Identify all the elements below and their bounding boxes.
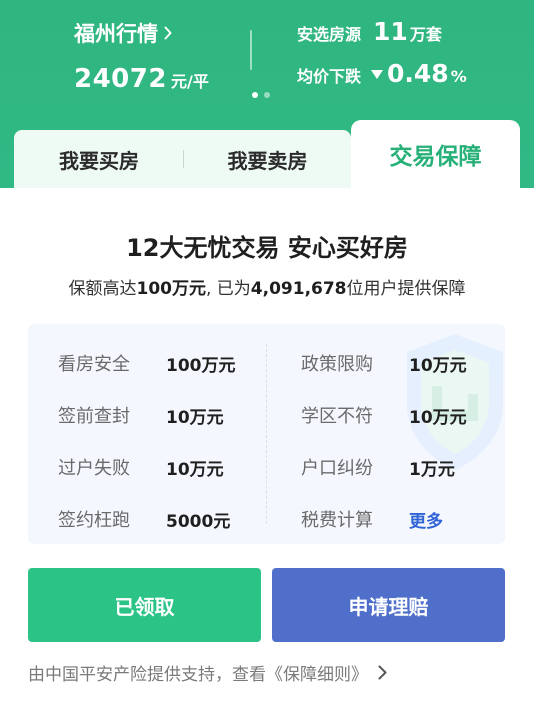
- city-market-block[interactable]: 福州行情 24072 元/平: [74, 18, 209, 94]
- card-divider: [266, 344, 267, 524]
- item-label: 过户失败: [58, 458, 130, 479]
- guarantee-headline: 12大无忧交易 安心买好房: [126, 234, 408, 262]
- guarantee-items-card: 看房安全 100万元 签前查封 10万元 过户失败 10万元 签约枉跑 5000元 政策…: [28, 324, 505, 544]
- listings-value: 11: [373, 17, 408, 46]
- item-label: 签约枉跑: [58, 510, 130, 531]
- tab-buy-house[interactable]: 我要买房: [14, 130, 184, 188]
- more-link[interactable]: 更多: [409, 507, 443, 532]
- item-amount: 10万元: [409, 355, 467, 376]
- guarantee-item: 看房安全 100万元: [58, 348, 236, 378]
- item-amount: 1万元: [409, 459, 455, 480]
- listings-stat: 安选房源 11 万套: [297, 17, 467, 49]
- avg-price-change-stat: 均价下跌 0.48 %: [297, 59, 467, 91]
- guarantee-subline: 保额高达100万元, 已为4,091,678位用户提供保障: [0, 274, 534, 299]
- item-label: 学区不符: [301, 406, 373, 427]
- avg-change-label: 均价下跌: [297, 67, 362, 86]
- apply-claim-button[interactable]: 申请理赔: [272, 568, 505, 642]
- guarantee-item: 政策限购 10万元: [301, 348, 467, 378]
- service-tabs: 我要买房 我要卖房 交易保障: [0, 120, 534, 188]
- item-label: 签前查封: [58, 406, 130, 427]
- item-amount: 5000元: [166, 511, 231, 532]
- avg-change-unit: %: [450, 67, 467, 86]
- tab-trade-guarantee[interactable]: 交易保障: [351, 120, 520, 188]
- subline-prefix: 保额高达: [68, 279, 137, 299]
- market-stats: 安选房源 11 万套 均价下跌 0.48 %: [297, 17, 467, 91]
- city-market-label: 福州行情: [74, 22, 158, 46]
- guarantee-item: 学区不符 10万元: [301, 400, 467, 430]
- carousel-indicator: [252, 92, 270, 98]
- item-amount: 10万元: [166, 407, 224, 428]
- average-price-value: 24072: [74, 64, 167, 94]
- subline-mid: , 已为: [205, 279, 251, 299]
- listings-label: 安选房源: [297, 25, 362, 44]
- tab-sell-house[interactable]: 我要卖房: [184, 130, 351, 188]
- guarantee-item: 户口纠纷 1万元: [301, 452, 455, 482]
- guarantee-terms-link[interactable]: 由中国平安产险提供支持，查看《保障细则》: [28, 660, 387, 685]
- down-arrow-icon: [371, 70, 384, 79]
- subline-suffix: 位用户提供保障: [346, 279, 466, 299]
- carousel-dot: [264, 92, 270, 98]
- average-price-unit: 元/平: [170, 72, 209, 91]
- listings-unit: 万套: [409, 25, 442, 44]
- guarantee-item: 签约枉跑 5000元: [58, 504, 230, 534]
- subline-users: 4,091,678: [250, 279, 347, 299]
- average-price: 24072 元/平: [74, 64, 209, 94]
- city-market-title[interactable]: 福州行情: [74, 18, 209, 48]
- item-label: 看房安全: [58, 354, 130, 375]
- item-amount: 100万元: [166, 355, 236, 376]
- item-amount: 10万元: [409, 407, 467, 428]
- header-divider: [250, 30, 252, 70]
- subline-amount: 100万元: [136, 279, 206, 299]
- avg-change-value: 0.48: [387, 59, 449, 88]
- carousel-dot-active: [252, 92, 258, 98]
- guarantee-item: 过户失败 10万元: [58, 452, 224, 482]
- item-label: 税费计算: [301, 510, 373, 531]
- footer-text: 由中国平安产险提供支持，查看《保障细则》: [28, 665, 368, 685]
- guarantee-item: 签前查封 10万元: [58, 400, 224, 430]
- guarantee-item: 税费计算 更多: [301, 504, 443, 534]
- chevron-right-icon: [164, 26, 172, 40]
- item-label: 政策限购: [301, 354, 373, 375]
- item-amount: 10万元: [166, 459, 224, 480]
- chevron-right-icon: [378, 665, 387, 680]
- guarantee-panel: 12大无忧交易 安心买好房 保额高达100万元, 已为4,091,678位用户提…: [0, 188, 534, 724]
- item-label: 户口纠纷: [301, 458, 373, 479]
- claimed-button[interactable]: 已领取: [28, 568, 261, 642]
- market-header: 福州行情 24072 元/平 安选房源 11 万套 均价下跌 0.48 % 我要…: [0, 0, 534, 188]
